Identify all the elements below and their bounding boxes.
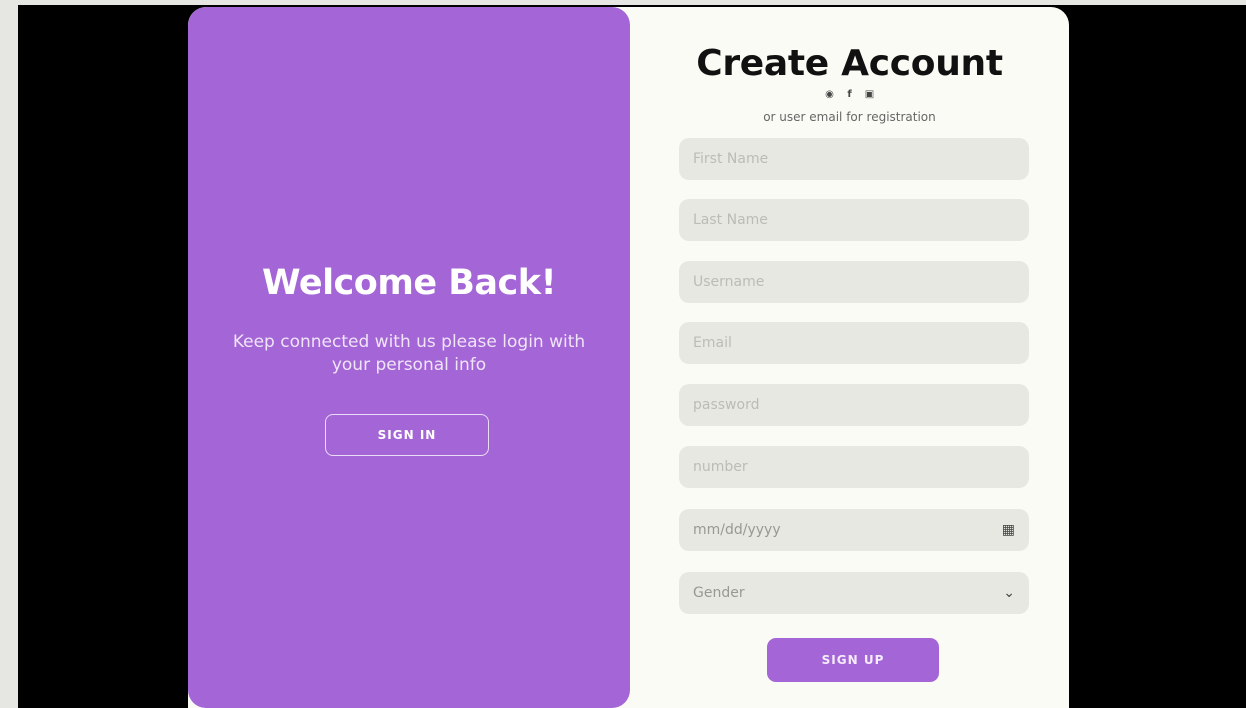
screen-left-edge bbox=[0, 0, 18, 708]
first-name-input[interactable]: First Name bbox=[679, 138, 1029, 180]
instagram-icon[interactable]: ▣ bbox=[864, 89, 876, 100]
create-account-form: Create Account ◉ f ▣ or user email for r… bbox=[630, 7, 1069, 708]
password-input[interactable]: password bbox=[679, 384, 1029, 426]
password-placeholder: password bbox=[693, 397, 760, 413]
email-placeholder: Email bbox=[693, 335, 732, 351]
sign-up-button[interactable]: SIGN UP bbox=[767, 638, 939, 682]
google-icon[interactable]: ◉ bbox=[824, 89, 836, 100]
welcome-overlay-panel: Welcome Back! Keep connected with us ple… bbox=[188, 7, 630, 708]
registration-subtitle: or user email for registration bbox=[763, 110, 936, 124]
last-name-input[interactable]: Last Name bbox=[679, 199, 1029, 241]
sign-in-button[interactable]: SIGN IN bbox=[325, 414, 489, 456]
welcome-text: Keep connected with us please login with… bbox=[232, 332, 586, 375]
calendar-icon[interactable]: ▦ bbox=[1002, 522, 1015, 538]
chevron-down-icon: ⌄ bbox=[1003, 585, 1015, 601]
gender-select[interactable]: Gender ⌄ bbox=[679, 572, 1029, 614]
signup-card: Welcome Back! Keep connected with us ple… bbox=[188, 7, 1069, 708]
gender-selected-value: Gender bbox=[693, 585, 745, 601]
welcome-title: Welcome Back! bbox=[261, 263, 557, 303]
facebook-icon[interactable]: f bbox=[844, 89, 856, 100]
number-placeholder: number bbox=[693, 459, 748, 475]
email-input[interactable]: Email bbox=[679, 322, 1029, 364]
username-placeholder: Username bbox=[693, 274, 765, 290]
date-of-birth-input[interactable]: mm/dd/yyyy ▦ bbox=[679, 509, 1029, 551]
form-title: Create Account bbox=[696, 43, 1003, 84]
number-input[interactable]: number bbox=[679, 446, 1029, 488]
social-login-icons: ◉ f ▣ bbox=[630, 89, 1069, 100]
last-name-placeholder: Last Name bbox=[693, 212, 768, 228]
username-input[interactable]: Username bbox=[679, 261, 1029, 303]
first-name-placeholder: First Name bbox=[693, 151, 769, 167]
date-value: mm/dd/yyyy bbox=[693, 522, 781, 538]
screen-top-edge bbox=[0, 0, 1246, 5]
